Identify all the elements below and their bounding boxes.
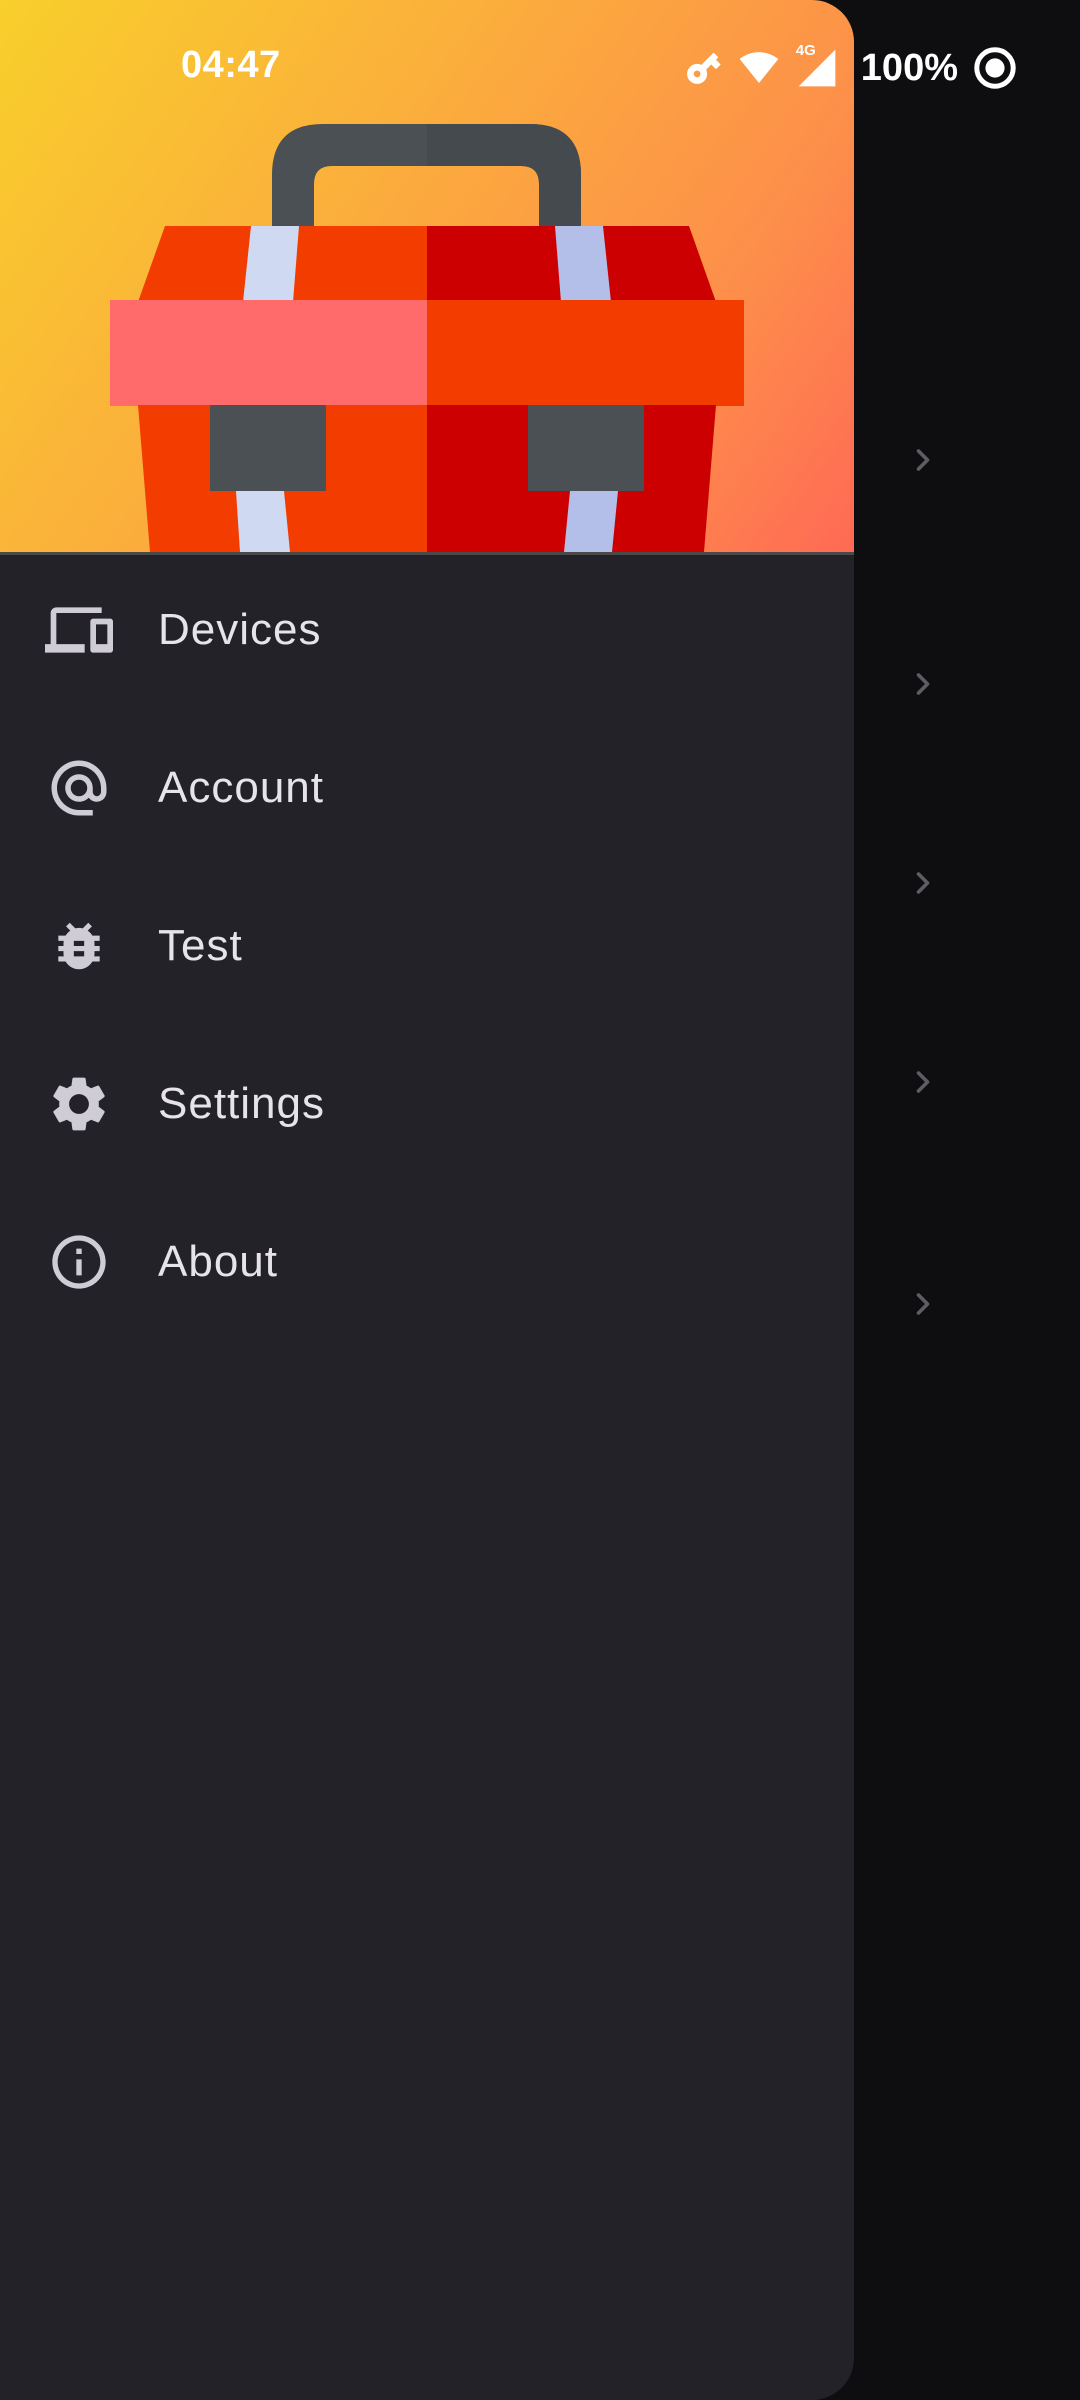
status-bar: 04:47 4G 100%: [0, 0, 1080, 140]
screen: Devices Account Test Settings About 04:4…: [0, 0, 1080, 2400]
menu-item-settings[interactable]: Settings: [0, 1029, 854, 1179]
wifi-icon: [739, 52, 779, 83]
menu-item-test[interactable]: Test: [0, 871, 854, 1021]
at-sign-icon: [44, 753, 114, 823]
menu-item-devices[interactable]: Devices: [0, 555, 854, 705]
devices-icon: [44, 595, 114, 665]
bug-icon: [44, 911, 114, 981]
chevron-right-icon[interactable]: [905, 1286, 941, 1322]
network-type-label: 4G: [795, 42, 816, 59]
signal-4g-icon: 4G: [795, 42, 839, 90]
info-icon: [44, 1227, 114, 1297]
ring-icon: [974, 47, 1016, 89]
menu-item-account[interactable]: Account: [0, 713, 854, 863]
chevron-right-icon[interactable]: [905, 666, 941, 702]
status-time: 04:47: [181, 44, 281, 86]
navigation-drawer: Devices Account Test Settings About: [0, 0, 854, 2400]
menu-item-label: About: [158, 1237, 278, 1286]
menu-item-label: Account: [158, 763, 324, 812]
chevron-right-icon[interactable]: [905, 442, 941, 478]
key-icon: [686, 52, 721, 84]
menu-item-label: Test: [158, 921, 243, 970]
menu-item-about[interactable]: About: [0, 1187, 854, 1337]
status-icons: 4G 100%: [683, 42, 1018, 92]
menu-item-label: Devices: [158, 605, 322, 654]
battery-level: 100%: [860, 46, 958, 89]
gear-icon: [44, 1069, 114, 1139]
chevron-right-icon[interactable]: [905, 1064, 941, 1100]
menu-item-label: Settings: [158, 1079, 325, 1128]
chevron-right-icon[interactable]: [905, 865, 941, 901]
